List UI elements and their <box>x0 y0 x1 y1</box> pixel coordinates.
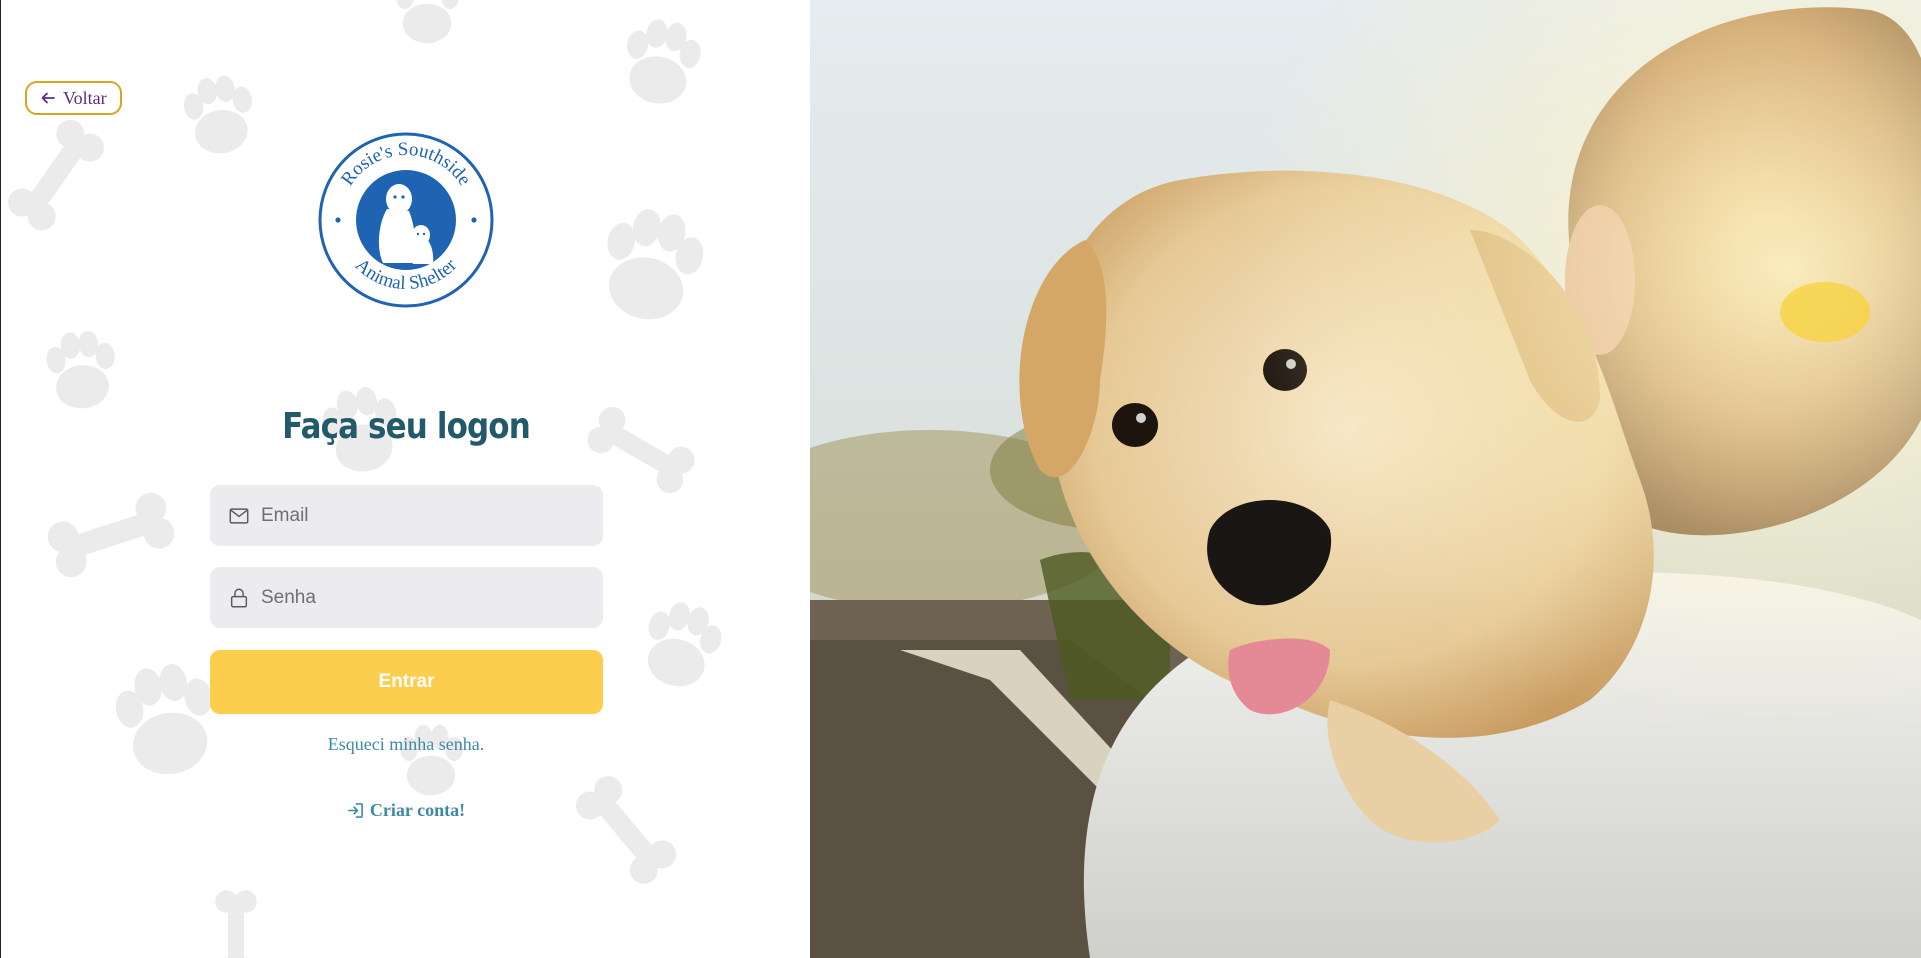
login-submit-button[interactable]: Entrar <box>210 650 603 714</box>
forgot-password-link[interactable]: Esqueci minha senha. <box>1 734 810 755</box>
create-account-label: Criar conta! <box>369 800 466 820</box>
shelter-logo: Rosie's Southside Animal Shelter <box>318 132 494 308</box>
password-input[interactable] <box>259 576 583 619</box>
password-field[interactable] <box>210 567 603 628</box>
back-button[interactable]: Voltar <box>25 81 122 115</box>
puppy-photo <box>810 0 1921 958</box>
email-field[interactable] <box>210 485 603 546</box>
lock-icon <box>228 586 252 610</box>
envelope-icon <box>228 504 252 528</box>
login-panel: Voltar Rosie's Southside Animal Shelter <box>0 0 810 958</box>
email-input[interactable] <box>259 494 583 537</box>
sign-in-icon <box>348 803 363 818</box>
back-button-label: Voltar <box>63 87 107 108</box>
create-account-link[interactable]: Criar conta! <box>1 800 810 821</box>
arrow-left-icon <box>41 92 55 104</box>
page-title: Faça seu logon <box>282 406 531 447</box>
login-page: Voltar Rosie's Southside Animal Shelter <box>0 0 1921 958</box>
